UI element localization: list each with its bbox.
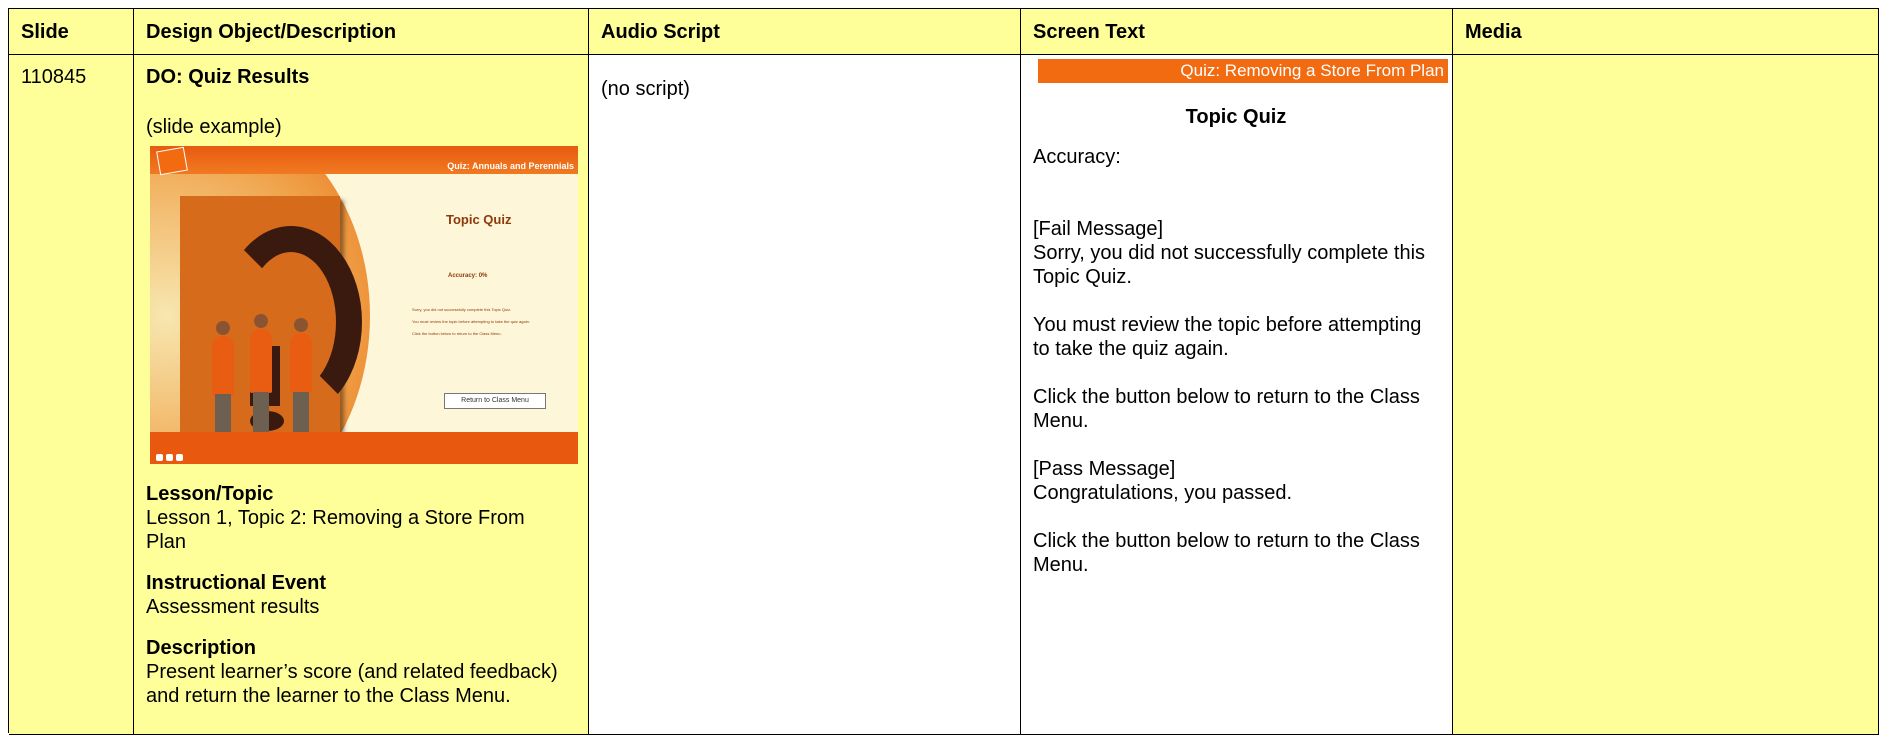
pause-nav-icon bbox=[166, 454, 173, 461]
person-apron bbox=[290, 333, 312, 393]
lesson-heading: Lesson/Topic bbox=[146, 483, 274, 505]
do-title: DO: Quiz Results bbox=[146, 66, 310, 88]
click-text-1: Click the button below to return to the … bbox=[1033, 386, 1420, 432]
description-text: Present learner’s score (and related fee… bbox=[146, 661, 558, 707]
back-nav-icon bbox=[156, 454, 163, 461]
header-media: Media bbox=[1453, 9, 1879, 55]
screen-banner: Quiz: Removing a Store From Plan bbox=[1038, 59, 1448, 83]
person-legs bbox=[215, 394, 231, 432]
review-text: You must review the topic before attempt… bbox=[1033, 314, 1422, 360]
audio-cell: (no script) bbox=[589, 55, 1021, 735]
person-legs bbox=[253, 392, 269, 434]
fail-message-label: [Fail Message] bbox=[1033, 218, 1164, 240]
event-text: Assessment results bbox=[146, 596, 320, 618]
person-head bbox=[254, 314, 268, 328]
logo-icon bbox=[156, 146, 188, 176]
next-nav-icon bbox=[176, 454, 183, 461]
screen-text-cell: Topic Quiz Accuracy: [Fail Message] Sorr… bbox=[1021, 55, 1453, 735]
header-screen: Screen Text bbox=[1021, 9, 1453, 55]
thumbnail-line-3: Click the button below to return to the … bbox=[412, 331, 502, 336]
person-head bbox=[294, 318, 308, 332]
thumbnail-return-button: Return to Class Menu bbox=[444, 393, 546, 409]
slide-example-label: (slide example) bbox=[146, 116, 282, 138]
slide-number-cell: 110845 bbox=[9, 55, 134, 735]
screen-accuracy: Accuracy: bbox=[1033, 146, 1121, 168]
header-audio: Audio Script bbox=[589, 9, 1021, 55]
thumbnail-accuracy: Accuracy: 0% bbox=[448, 273, 488, 279]
slide-example-image: Quiz: Annuals and Perennials Topic Quiz … bbox=[150, 146, 578, 464]
thumbnail-topic-quiz: Topic Quiz bbox=[446, 212, 512, 227]
person-head bbox=[216, 321, 230, 335]
fail-message-text: Sorry, you did not successfully complete… bbox=[1033, 242, 1426, 288]
audio-script: (no script) bbox=[601, 78, 690, 100]
question-mark-panel bbox=[180, 196, 362, 438]
thumbnail-title: Quiz: Annuals and Perennials bbox=[447, 161, 574, 171]
person-apron bbox=[250, 329, 272, 393]
pass-message-label: [Pass Message] bbox=[1033, 458, 1176, 480]
storyboard-table: Slide Design Object/Description Audio Sc… bbox=[8, 8, 1879, 735]
person-apron bbox=[212, 336, 234, 396]
header-design: Design Object/Description bbox=[134, 9, 589, 55]
media-cell bbox=[1453, 55, 1879, 735]
thumbnail-footer-bar bbox=[150, 432, 578, 464]
click-text-2: Click the button below to return to the … bbox=[1033, 530, 1420, 576]
slide-number: 110845 bbox=[21, 66, 87, 88]
thumbnail-header-bar: Quiz: Annuals and Perennials bbox=[150, 146, 578, 176]
design-cell: DO: Quiz Results (slide example) Quiz: A… bbox=[134, 55, 589, 735]
event-heading: Instructional Event bbox=[146, 572, 327, 594]
screen-topic-quiz: Topic Quiz bbox=[1185, 106, 1287, 128]
person-legs bbox=[293, 392, 309, 432]
description-heading: Description bbox=[146, 637, 257, 659]
pass-message-text: Congratulations, you passed. bbox=[1033, 482, 1293, 504]
lesson-text: Lesson 1, Topic 2: Removing a Store From… bbox=[146, 507, 525, 553]
header-slide: Slide bbox=[9, 9, 134, 55]
